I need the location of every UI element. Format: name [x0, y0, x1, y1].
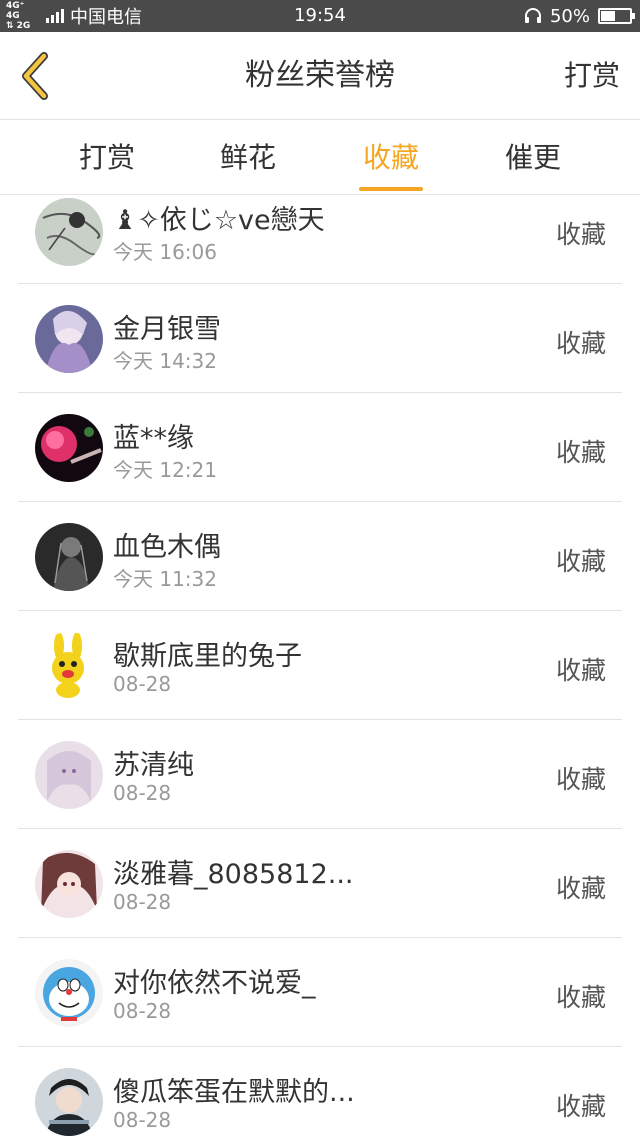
tab-bar: 打赏 鲜花 收藏 催更 [0, 121, 640, 195]
back-button[interactable] [12, 50, 60, 102]
avatar [35, 305, 103, 373]
tab-flowers[interactable]: 鲜花 [188, 121, 308, 195]
chevron-left-icon [22, 52, 48, 100]
tab-label: 催更 [504, 141, 561, 174]
fan-action: 收藏 [555, 220, 606, 249]
list-item[interactable]: 淡雅暮_8085812... 08-28 收藏 [18, 830, 622, 938]
reward-button[interactable]: 打赏 [564, 32, 620, 120]
list-item[interactable]: 血色木偶 今天 11:32 收藏 [18, 503, 622, 611]
list-item[interactable]: 苏清纯 08-28 收藏 [18, 721, 622, 829]
fan-time: 08-28 [113, 890, 172, 914]
avatar [35, 959, 103, 1027]
list-item[interactable]: ♝✧依じ☆ve戀天 今天 16:06 收藏 [18, 196, 622, 284]
fan-action: 收藏 [555, 656, 606, 685]
fan-name: 淡雅暮_8085812... [113, 859, 354, 890]
fan-action: 收藏 [555, 329, 606, 358]
headset-icon [524, 8, 541, 23]
tab-reward[interactable]: 打赏 [47, 121, 167, 195]
fan-name: 苏清纯 [113, 750, 194, 781]
fan-list[interactable]: ♝✧依じ☆ve戀天 今天 16:06 收藏 金月银雪 今天 14:32 收藏 蓝… [0, 196, 640, 1138]
list-item[interactable]: 歇斯底里的兔子 08-28 收藏 [18, 612, 622, 720]
battery-level [601, 11, 615, 21]
fan-action: 收藏 [555, 438, 606, 467]
fan-time: 08-28 [113, 1108, 172, 1132]
fan-name: 血色木偶 [113, 532, 221, 563]
fan-name: ♝✧依じ☆ve戀天 [113, 205, 325, 236]
tab-active-indicator [359, 187, 423, 191]
battery-icon [598, 8, 635, 24]
fan-action: 收藏 [555, 983, 606, 1012]
fan-time: 08-28 [113, 999, 172, 1023]
avatar [35, 850, 103, 918]
tab-urge-update[interactable]: 催更 [473, 121, 593, 195]
battery-percent: 50% [549, 5, 590, 27]
tab-label: 打赏 [78, 141, 135, 174]
fan-time: 今天 14:32 [113, 349, 217, 373]
fan-time: 今天 12:21 [113, 458, 217, 482]
avatar [35, 1068, 103, 1136]
page-title: 粉丝荣誉榜 [245, 58, 395, 93]
tab-favorites[interactable]: 收藏 [331, 121, 451, 195]
list-item[interactable]: 傻瓜笨蛋在默默的... 08-28 收藏 [18, 1048, 622, 1138]
tab-label: 收藏 [362, 141, 419, 174]
fan-name: 对你依然不说爱_ [113, 968, 316, 999]
avatar [35, 523, 103, 591]
status-right: 50% [524, 0, 635, 32]
tab-label: 鲜花 [219, 141, 276, 174]
fan-time: 08-28 [113, 672, 172, 696]
fan-action: 收藏 [555, 547, 606, 576]
fan-name: 蓝**缘 [113, 423, 194, 454]
fan-time: 今天 16:06 [113, 240, 217, 264]
fan-action: 收藏 [555, 1092, 606, 1121]
status-bar: 4G⁺ 4G ⇅ 2G 中国电信 19:54 50% [0, 0, 640, 32]
avatar [35, 741, 103, 809]
fan-time: 08-28 [113, 781, 172, 805]
fan-action: 收藏 [555, 874, 606, 903]
fan-time: 今天 11:32 [113, 567, 217, 591]
fan-action: 收藏 [555, 765, 606, 794]
list-item[interactable]: 金月银雪 今天 14:32 收藏 [18, 285, 622, 393]
list-item[interactable]: 蓝**缘 今天 12:21 收藏 [18, 394, 622, 502]
avatar [35, 632, 103, 700]
fan-name: 傻瓜笨蛋在默默的... [113, 1077, 355, 1108]
list-item[interactable]: 对你依然不说爱_ 08-28 收藏 [18, 939, 622, 1047]
avatar [35, 414, 103, 482]
nav-bar: 粉丝荣誉榜 打赏 [0, 32, 640, 120]
fan-name: 金月银雪 [113, 314, 221, 345]
avatar [35, 198, 103, 266]
fan-name: 歇斯底里的兔子 [113, 641, 302, 672]
